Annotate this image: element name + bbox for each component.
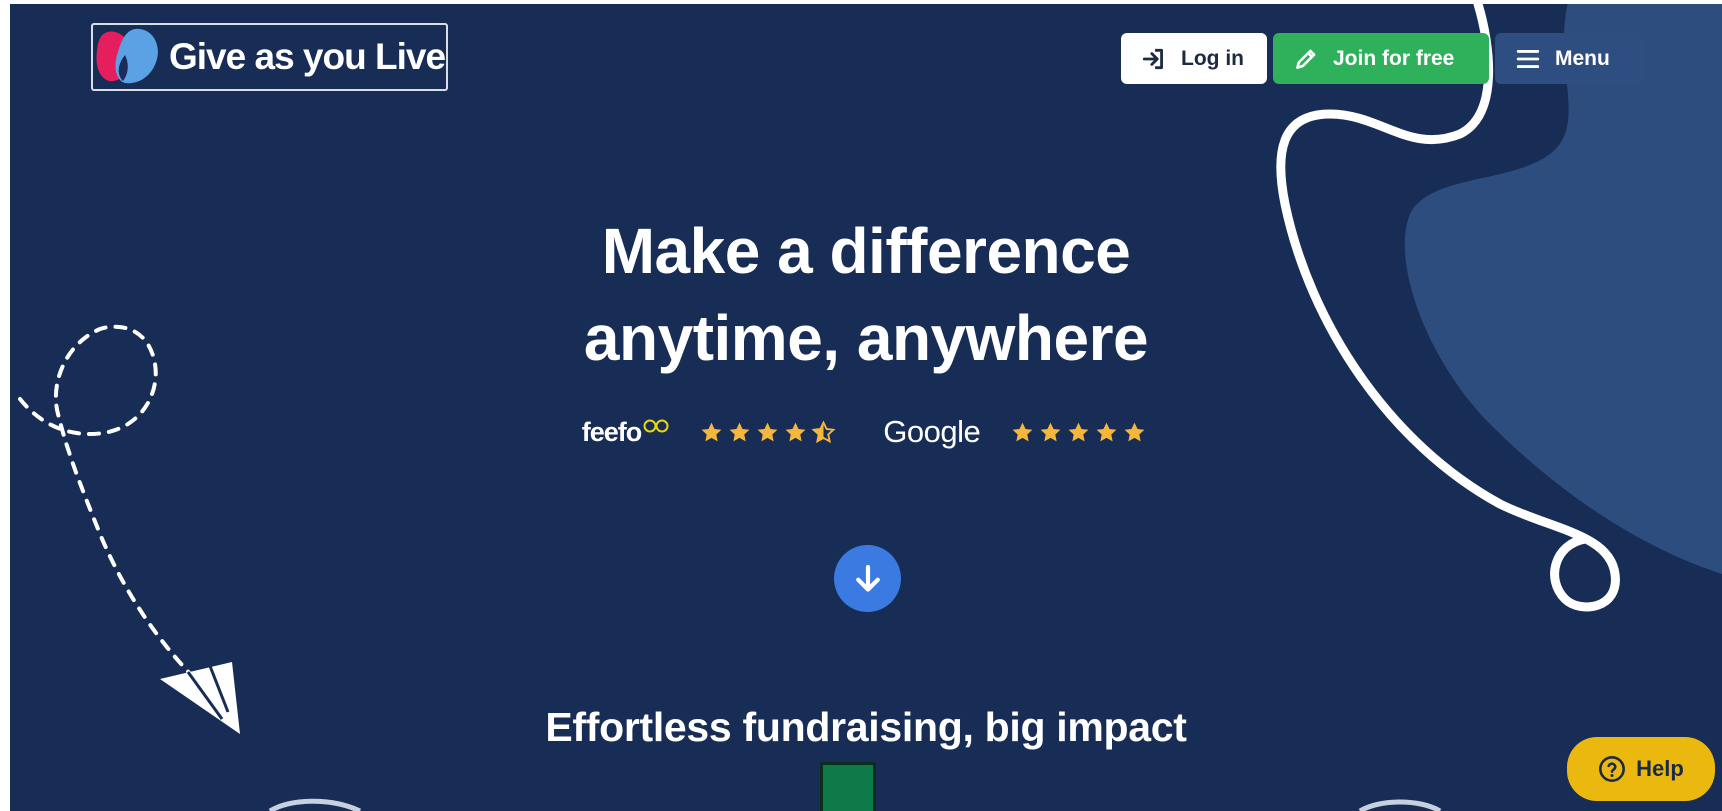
join-label: Join for free	[1333, 46, 1455, 70]
ratings-bar: feefo Google	[10, 414, 1722, 450]
background-decoration	[18, 4, 1722, 811]
arrow-down-icon	[855, 564, 880, 592]
join-button[interactable]: Join for free	[1273, 33, 1489, 84]
menu-button[interactable]: Menu	[1495, 33, 1645, 84]
star-icon	[1068, 422, 1089, 441]
pencil-icon	[1293, 46, 1319, 72]
star-icon	[1096, 422, 1117, 441]
scroll-down-button[interactable]	[834, 545, 901, 612]
section-title: Effortless fundraising, big impact	[545, 704, 1187, 750]
hero-title-line2: anytime, anywhere	[583, 302, 1149, 374]
star-icon	[1040, 422, 1061, 441]
star-icon	[811, 419, 836, 443]
feefo-star-rating	[699, 419, 839, 445]
heart-logo-icon	[96, 28, 158, 84]
hamburger-icon	[1515, 46, 1541, 72]
help-label: Help	[1636, 756, 1684, 781]
green-tab[interactable]	[820, 762, 876, 811]
menu-label: Menu	[1555, 46, 1610, 70]
star-icon	[785, 422, 806, 441]
star-icon	[1124, 422, 1145, 441]
feefo-eyes-icon	[643, 419, 669, 432]
login-button[interactable]: Log in	[1121, 33, 1267, 84]
logo-text: Give as you Live	[169, 36, 446, 77]
sign-in-icon	[1141, 46, 1167, 72]
google-star-rating	[1010, 420, 1150, 445]
question-circle-icon	[1598, 755, 1626, 783]
google-logo[interactable]: Google	[883, 414, 980, 450]
login-label: Log in	[1181, 46, 1244, 70]
star-icon	[701, 422, 722, 441]
star-icon	[757, 422, 778, 441]
star-icon	[729, 422, 750, 441]
feefo-logo[interactable]: feefo	[582, 417, 670, 448]
star-icon	[1012, 422, 1033, 441]
page: Give as you Live Log in Join for free Me…	[10, 4, 1722, 811]
hero-title-line1: Make a difference	[599, 215, 1132, 287]
help-button[interactable]: Help	[1567, 737, 1715, 801]
logo[interactable]: Give as you Live	[91, 23, 448, 91]
